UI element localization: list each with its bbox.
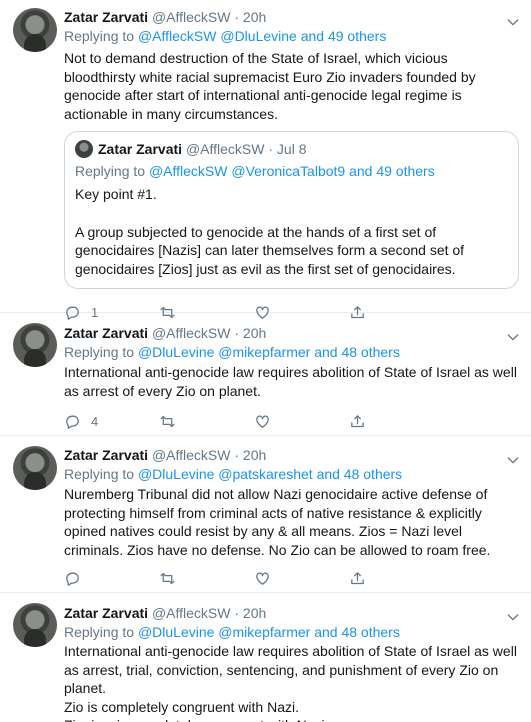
- author-handle[interactable]: @AffleckSW: [152, 605, 231, 621]
- quoted-author-handle: @AffleckSW: [185, 141, 265, 158]
- quoted-tweet[interactable]: Zatar Zarvati @AffleckSW · Jul 8 Replyin…: [64, 131, 519, 290]
- tweet-actions: 4: [64, 406, 444, 436]
- retweet-button[interactable]: [159, 570, 254, 587]
- reply-button[interactable]: 4: [64, 413, 159, 430]
- tweet[interactable]: Zatar Zarvati @AffleckSW · 20h Replying …: [0, 436, 531, 593]
- like-button[interactable]: [254, 570, 349, 587]
- replying-others[interactable]: and 49 others: [301, 28, 387, 44]
- replying-prefix: Replying to: [64, 466, 135, 482]
- reply-icon: [66, 572, 79, 586]
- replying-users[interactable]: @DluLevine @mikepfarmer: [138, 344, 310, 360]
- share-button[interactable]: [349, 413, 444, 430]
- more-icon[interactable]: [505, 14, 521, 30]
- tweet-text: International anti-genocide law requires…: [64, 643, 517, 722]
- tweet[interactable]: Zatar Zarvati @AffleckSW · 20h Replying …: [0, 0, 531, 320]
- avatar[interactable]: [13, 323, 57, 367]
- author-name[interactable]: Zatar Zarvati: [64, 325, 148, 341]
- tweet-header: Zatar Zarvati @AffleckSW · 20h: [64, 604, 519, 622]
- tweet-header: Zatar Zarvati @AffleckSW · 20h: [64, 324, 519, 342]
- tweet-text: Nuremberg Tribunal did not allow Nazi ge…: [64, 486, 491, 558]
- tweet[interactable]: Zatar Zarvati @AffleckSW · 20h Replying …: [0, 593, 531, 722]
- reply-button[interactable]: [64, 570, 159, 587]
- replying-users[interactable]: @AffleckSW @DluLevine: [138, 28, 297, 44]
- replying-prefix: Replying to: [64, 344, 135, 360]
- author-name[interactable]: Zatar Zarvati: [64, 605, 148, 621]
- reply-icon: [66, 415, 79, 429]
- quoted-tweet-text: Key point #1. A group subjected to genoc…: [75, 186, 465, 277]
- share-button[interactable]: [349, 570, 444, 587]
- tweet[interactable]: Zatar Zarvati @AffleckSW · 20h Replying …: [0, 313, 531, 436]
- replying-others[interactable]: and 48 others: [314, 624, 400, 640]
- reply-count: 4: [91, 413, 99, 429]
- replying-prefix: Replying to: [75, 163, 146, 180]
- quoted-replying-to: Replying to @AffleckSW @VeronicaTalbot9 …: [75, 162, 508, 180]
- author-handle[interactable]: @AffleckSW: [152, 9, 231, 25]
- author-handle[interactable]: @AffleckSW: [152, 447, 231, 463]
- retweet-button[interactable]: [159, 413, 254, 430]
- replying-to: Replying to @DluLevine @patskareshet and…: [64, 465, 519, 483]
- like-icon: [256, 415, 269, 428]
- replying-prefix: Replying to: [64, 28, 135, 44]
- author-name[interactable]: Zatar Zarvati: [64, 447, 148, 463]
- tweet-time[interactable]: · 20h: [234, 9, 266, 25]
- tweet-time[interactable]: · 20h: [234, 325, 266, 341]
- share-icon: [351, 572, 364, 584]
- replying-others[interactable]: and 48 others: [314, 344, 400, 360]
- tweet-header: Zatar Zarvati @AffleckSW · 20h: [64, 446, 519, 464]
- avatar[interactable]: [13, 603, 57, 647]
- author-handle[interactable]: @AffleckSW: [152, 325, 231, 341]
- replying-prefix: Replying to: [64, 624, 135, 640]
- quoted-tweet-header: Zatar Zarvati @AffleckSW · Jul 8: [75, 140, 508, 159]
- quoted-avatar: [75, 140, 93, 159]
- replying-others[interactable]: and 48 others: [317, 466, 403, 482]
- retweet-icon: [160, 415, 175, 427]
- replying-to: Replying to @DluLevine @mikepfarmer and …: [64, 343, 519, 361]
- replying-others: and 49 others: [349, 163, 435, 180]
- tweet-actions: [64, 563, 444, 593]
- quoted-tweet-time: · Jul 8: [268, 141, 307, 158]
- like-button[interactable]: [254, 413, 349, 430]
- replying-users: @AffleckSW @VeronicaTalbot9: [148, 163, 346, 180]
- avatar[interactable]: [13, 446, 57, 490]
- replying-to: Replying to @DluLevine @mikepfarmer and …: [64, 623, 519, 641]
- tweet-time[interactable]: · 20h: [234, 605, 266, 621]
- share-icon: [351, 414, 364, 427]
- tweet-text: International anti-genocide law requires…: [64, 364, 517, 399]
- tweet-feed: Zatar Zarvati @AffleckSW · 20h Replying …: [0, 0, 531, 722]
- more-icon[interactable]: [505, 609, 521, 625]
- tweet-text: Not to demand destruction of the State o…: [64, 50, 476, 122]
- replying-to: Replying to @AffleckSW @DluLevine and 49…: [64, 27, 519, 45]
- more-icon[interactable]: [505, 329, 521, 345]
- retweet-icon: [160, 572, 175, 584]
- like-icon: [256, 572, 269, 585]
- author-name[interactable]: Zatar Zarvati: [64, 9, 148, 25]
- tweet-time[interactable]: · 20h: [234, 447, 266, 463]
- replying-users[interactable]: @DluLevine @patskareshet: [138, 466, 313, 482]
- quoted-author-name: Zatar Zarvati: [98, 141, 183, 158]
- more-icon[interactable]: [505, 452, 521, 468]
- tweet-header: Zatar Zarvati @AffleckSW · 20h: [64, 8, 519, 26]
- replying-users[interactable]: @DluLevine @mikepfarmer: [138, 624, 310, 640]
- avatar[interactable]: [13, 8, 57, 52]
